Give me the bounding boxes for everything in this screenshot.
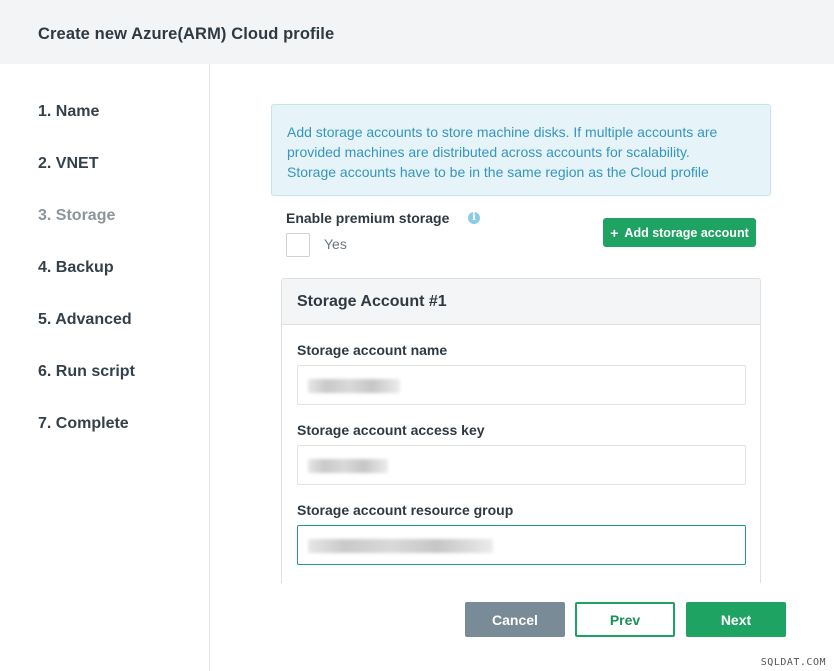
storage-account-name-input[interactable]: [297, 365, 746, 405]
storage-info-alert: Add storage accounts to store machine di…: [271, 104, 771, 196]
storage-account-panel: Storage Account #1 Storage account name …: [281, 278, 761, 583]
redacted-value: [308, 379, 400, 393]
storage-account-access-key-input[interactable]: [297, 445, 746, 485]
storage-account-access-key-label: Storage account access key: [297, 422, 485, 438]
storage-account-name-label: Storage account name: [297, 342, 448, 358]
step-storage[interactable]: 3. Storage: [38, 207, 115, 225]
add-storage-account-label: Add storage account: [624, 225, 749, 240]
storage-step-content: Add storage accounts to store machine di…: [211, 64, 834, 671]
redacted-value: [308, 539, 493, 553]
watermark: SQLDAT.COM: [760, 657, 826, 668]
redacted-value: [308, 459, 388, 473]
step-backup[interactable]: 4. Backup: [38, 259, 114, 277]
step-vnet[interactable]: 2. VNET: [38, 155, 98, 173]
cancel-button[interactable]: Cancel: [465, 602, 565, 637]
plus-icon: +: [610, 224, 619, 241]
info-line-2: provided machines are distributed across…: [287, 144, 690, 160]
info-line-3: Storage accounts have to be in the same …: [287, 164, 709, 180]
next-button[interactable]: Next: [686, 602, 786, 637]
wizard-steps-sidebar: 1. Name 2. VNET 3. Storage 4. Backup 5. …: [0, 64, 210, 671]
info-icon[interactable]: i: [468, 212, 480, 224]
step-complete[interactable]: 7. Complete: [38, 415, 129, 433]
premium-storage-yes-label[interactable]: Yes: [324, 236, 347, 252]
step-name[interactable]: 1. Name: [38, 103, 99, 121]
dialog-title: Create new Azure(ARM) Cloud profile: [38, 25, 335, 43]
premium-storage-label: Enable premium storage: [286, 210, 450, 226]
step-advanced[interactable]: 5. Advanced: [38, 311, 132, 329]
prev-button[interactable]: Prev: [575, 602, 675, 637]
storage-account-resource-group-label: Storage account resource group: [297, 502, 514, 518]
premium-storage-checkbox[interactable]: [286, 233, 310, 257]
info-line-1: Add storage accounts to store machine di…: [287, 124, 718, 140]
step-run-script[interactable]: 6. Run script: [38, 363, 135, 381]
storage-account-panel-title: Storage Account #1: [282, 279, 760, 325]
storage-account-resource-group-input[interactable]: [297, 525, 746, 565]
add-storage-account-button[interactable]: + Add storage account: [603, 218, 756, 247]
dialog-header: Create new Azure(ARM) Cloud profile: [0, 0, 834, 64]
